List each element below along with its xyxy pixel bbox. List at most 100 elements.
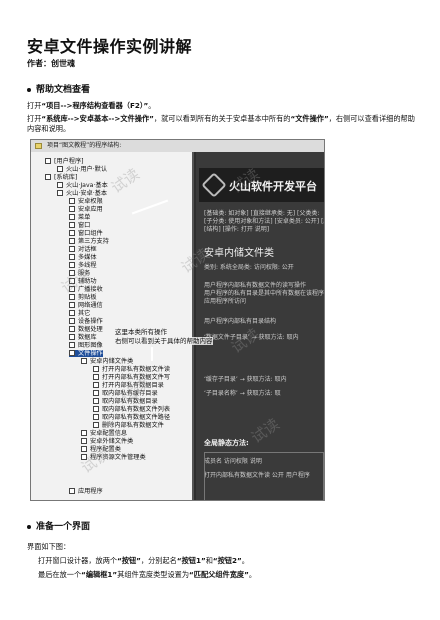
tree-item-label: 对话框 (78, 246, 97, 253)
tree-node-icon (69, 246, 75, 252)
tree-item[interactable]: [用户程序] (45, 158, 84, 165)
tree-item-label: 多线程 (78, 262, 97, 269)
tree-item[interactable]: 数据处理 (69, 326, 103, 333)
tree-item-label: 网络通信 (78, 302, 103, 309)
tree-item[interactable]: 安卓权限 (69, 198, 103, 205)
tree-item[interactable]: 窗口组件 (69, 230, 103, 237)
tree-item-label: 安卓内储文件类 (90, 358, 134, 365)
tree-node-icon (81, 438, 87, 444)
tree-item[interactable]: 多线程 (69, 262, 97, 269)
bold-segment: “匹配父组件宽度” (189, 570, 249, 579)
tree-item-label: [系统库] (54, 174, 78, 181)
bold-segment: “编辑框1” (81, 570, 118, 579)
paragraph-buttons: 打开窗口设计器，放两个“按钮”，分别起名“按钮1”和“按钮2”。 (38, 556, 249, 566)
tree-node-icon (81, 454, 87, 460)
tree-item[interactable]: 对话框 (69, 246, 97, 253)
tree-item[interactable]: 数据库 (69, 334, 97, 341)
tree-item[interactable]: [系统库] (45, 174, 77, 181)
section-heading-text: 帮助文档查看 (36, 85, 91, 95)
tree-node-icon (81, 358, 87, 364)
tree-item-label: 剪贴板 (78, 294, 97, 301)
tree-item-label: 安卓配置信息 (90, 430, 128, 437)
tree-node-icon (69, 488, 75, 494)
tree-node-icon (69, 230, 75, 236)
tree-item[interactable]: 广播接收 (69, 286, 103, 293)
tree-item[interactable]: 安卓外储文件类 (81, 438, 133, 445)
tree-item-label: 火山·Java·基本 (66, 182, 108, 189)
tree-item-label: 取内部私有缓存目录 (102, 390, 158, 397)
tree-item[interactable]: 辅助功 (69, 278, 97, 285)
tree-item-label: 安卓应用 (78, 206, 103, 213)
screenshot-caption: 项目“图文教程”的程序结构: (47, 142, 122, 149)
tree-item[interactable]: 网络通信 (69, 302, 103, 309)
tree-node-icon (45, 158, 51, 164)
tree-item-label: 火山·用户·默认 (66, 166, 108, 173)
tree-node-icon (69, 254, 75, 260)
tree-item[interactable]: 安卓配置信息 (81, 430, 127, 437)
document-title: 安卓文件操作实例讲解 (27, 37, 193, 56)
tree-node-icon (69, 302, 75, 308)
help-class-title: 安卓内储文件类 (204, 248, 274, 259)
tree-item-label: 取内部私有数据文件路径 (102, 414, 171, 421)
tree-node-icon (69, 222, 75, 228)
tree-item[interactable]: 菜单 (69, 214, 90, 221)
tree-item-label: 第三方支持 (78, 238, 109, 245)
help-text-line: 用户程序内部私有数据文件的读写操作 (204, 282, 307, 289)
tree-item-label: 窗口组件 (78, 230, 103, 237)
tree-item-label: 多媒体 (78, 254, 97, 261)
tree-item[interactable]: 文件操作 (69, 350, 103, 357)
paragraph-open-viewer: 打开“项目-->程序结构查看器（F2）”。 (27, 101, 155, 111)
tree-node-icon (93, 422, 99, 428)
section-heading-text: 准备一个界面 (36, 522, 91, 532)
tree-item[interactable]: 取内部私有缓存目录 (93, 390, 158, 397)
tree-item[interactable]: 取内部私有数据目录 (93, 398, 158, 405)
tree-item[interactable]: 多媒体 (69, 254, 97, 261)
help-methods-table (204, 452, 324, 500)
tree-item[interactable]: 打开内部私有数据目录 (93, 382, 164, 389)
tree-item[interactable]: 服务 (69, 270, 90, 277)
help-text-line: 类别: 系统全局类: 访问权限: 公开 (204, 264, 294, 271)
tree-item-label: 打开内部私有数据文件读 (102, 366, 171, 373)
tree-item[interactable]: 程序配置类 (81, 446, 121, 453)
text-segment: 打开 (27, 101, 42, 110)
tree-item[interactable]: 火山·安卓·基本 (57, 190, 107, 197)
tree-node-icon (45, 174, 51, 180)
bold-segment: “按钮” (117, 556, 141, 565)
tree-item[interactable]: 打开内部私有数据文件读 (93, 366, 170, 373)
help-text-line: [子分类: 使用对象和方法] [安卓类员: 公开] [所在 (204, 218, 325, 225)
tree-node-icon (93, 382, 99, 388)
tree-item-label: [用户程序] (54, 158, 84, 165)
tree-item[interactable]: 打开内部私有数据文件写 (93, 374, 170, 381)
tree-item[interactable]: 删除内部私有数据文件 (93, 422, 164, 429)
tree-item[interactable]: 其它 (69, 310, 90, 317)
help-text-line: 用户程序的私有目录是其中所有数据在该程序被删除 (204, 290, 325, 297)
tree-item-label: 数据库 (78, 334, 97, 341)
tree-node-icon (81, 446, 87, 452)
tree-node-icon (69, 294, 75, 300)
tree-node-icon (69, 334, 75, 340)
tree-node-icon (93, 406, 99, 412)
tree-node-icon (69, 262, 75, 268)
text-segment: 。 (241, 556, 249, 565)
section-heading-help: 帮助文档查看 (27, 82, 90, 95)
tree-node-icon (69, 238, 75, 244)
tree-node-icon (69, 318, 75, 324)
tree-item[interactable]: 程序资源文件管理类 (81, 454, 146, 461)
tree-item[interactable]: 安卓内储文件类 (81, 358, 133, 365)
tree-item[interactable]: 第三方支持 (69, 238, 109, 245)
tree-item[interactable]: 窗口 (69, 222, 90, 229)
tree-item[interactable]: 设备操作 (69, 318, 103, 325)
tree-item[interactable]: 剪贴板 (69, 294, 97, 301)
tree-item[interactable]: 火山·Java·基本 (57, 182, 108, 189)
tree-item[interactable]: 取内部私有数据文件列表 (93, 406, 170, 413)
tree-item[interactable]: 图形图像 (69, 342, 103, 349)
text-segment: 打开窗口设计器，放两个 (38, 556, 118, 565)
tree-item[interactable]: 取内部私有数据文件路径 (93, 414, 170, 421)
tree-node-icon (93, 398, 99, 404)
tree-item-label: 文件操作 (78, 350, 103, 357)
tree-item[interactable]: 火山·用户·默认 (57, 166, 107, 173)
help-static-methods-heading: 全局静态方法: (204, 439, 249, 447)
tree-item[interactable]: 应用程序 (69, 488, 103, 495)
tree-item-label: 删除内部私有数据文件 (102, 422, 164, 429)
tree-item[interactable]: 安卓应用 (69, 206, 103, 213)
